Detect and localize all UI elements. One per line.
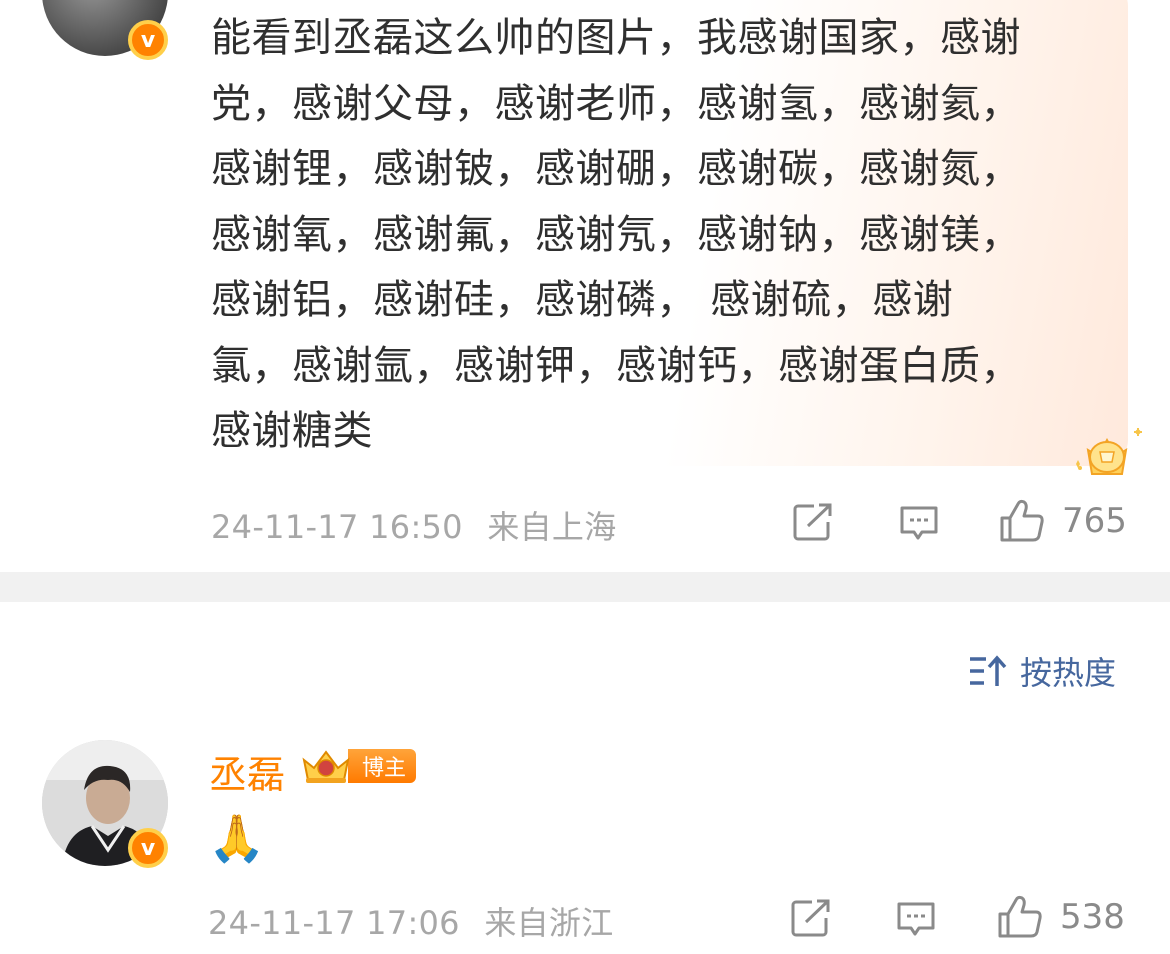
comment-meta: 24-11-17 16:50 来自上海 <box>211 502 617 548</box>
like-icon <box>998 895 1042 938</box>
comment-item: v 能看到丞磊这么帅的图片，我感谢国家，感谢 党，感谢父母，感谢老师，感谢氢，感… <box>0 0 1170 572</box>
sort-icon <box>970 655 1007 686</box>
comment-text-line: 氯，感谢氩，感谢钾，感谢钙，感谢蛋白质， <box>211 342 1021 389</box>
comment-meta: 24-11-17 17:06 来自浙江 <box>208 898 614 944</box>
reply-content[interactable]: 🙏 <box>208 808 265 868</box>
comment-thread: v 能看到丞磊这么帅的图片，我感谢国家，感谢 党，感谢父母，感谢老师，感谢氢，感… <box>0 0 1170 954</box>
comment-button[interactable] <box>898 502 940 544</box>
share-button[interactable] <box>792 502 834 542</box>
like-button[interactable]: 538 <box>996 894 1125 940</box>
verified-badge: v <box>128 828 168 868</box>
sort-toggle[interactable]: 按热度 <box>968 648 1116 694</box>
share-icon <box>793 503 832 541</box>
comment-icon <box>900 506 938 540</box>
share-icon <box>791 899 830 937</box>
sort-label: 按热度 <box>1020 654 1117 692</box>
section-divider <box>0 572 1170 602</box>
comment-text-line: 感谢氧，感谢氟，感谢氖，感谢钠，感谢镁， <box>211 211 1021 258</box>
comment-text-line: 党，感谢父母，感谢老师，感谢氢，感谢氦， <box>211 80 1021 127</box>
blogger-tag: 博主 <box>348 749 417 783</box>
blogger-badge: 博主 <box>298 746 417 786</box>
crown-badge-icon <box>302 750 350 783</box>
comment-text-line: 能看到丞磊这么帅的图片，我感谢国家，感谢 <box>211 15 1021 61</box>
comment-button[interactable] <box>895 898 937 940</box>
like-count: 765 <box>1062 501 1127 541</box>
like-button[interactable]: 765 <box>998 498 1127 544</box>
location: 来自浙江 <box>484 904 614 942</box>
username[interactable]: 丞磊 <box>209 744 285 799</box>
timestamp: 24-11-17 16:50 <box>211 508 463 546</box>
verified-badge: v <box>128 20 168 60</box>
comment-text[interactable]: 能看到丞磊这么帅的图片，我感谢国家，感谢 党，感谢父母，感谢老师，感谢氢，感谢氦… <box>211 6 1111 465</box>
comment-icon <box>897 902 935 936</box>
comment-text-line: 感谢铝，感谢硅，感谢磷， 感谢硫，感谢 <box>211 277 954 323</box>
like-icon <box>1000 499 1044 542</box>
timestamp: 24-11-17 17:06 <box>208 904 460 942</box>
location: 来自上海 <box>487 508 617 546</box>
share-button[interactable] <box>790 898 832 938</box>
like-count: 538 <box>1060 897 1125 937</box>
crown-badge-icon <box>1076 428 1142 475</box>
comment-text-line: 感谢糖类 <box>211 408 373 454</box>
comment-text-line: 感谢锂，感谢铍，感谢硼，感谢碳，感谢氮， <box>211 146 1021 192</box>
